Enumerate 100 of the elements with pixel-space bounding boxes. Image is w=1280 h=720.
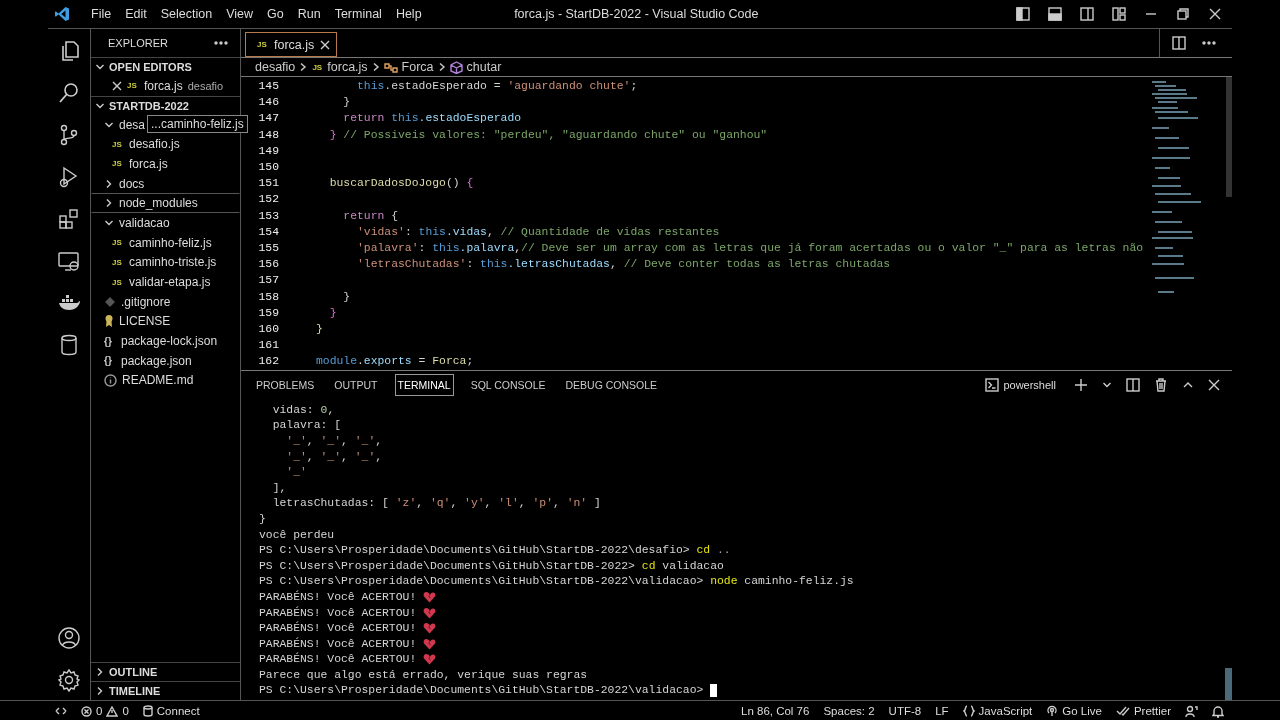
explorer-entry[interactable]: {} package-lock.json bbox=[91, 331, 240, 351]
explorer-entry[interactable]: .gitignore bbox=[91, 291, 240, 312]
cylinder-icon bbox=[142, 705, 153, 717]
breadcrumb-item[interactable]: Forca bbox=[383, 60, 434, 74]
go-live-button[interactable]: Go Live bbox=[1046, 705, 1102, 717]
line-number: 151 bbox=[257, 177, 279, 190]
ellipsis-icon bbox=[1202, 40, 1216, 46]
breadcrumb-item[interactable]: chutar bbox=[449, 60, 502, 74]
explorer-entry[interactable]: {} package.json bbox=[91, 350, 240, 371]
explorer-title: EXPLORER bbox=[108, 37, 168, 49]
terminal-line: letrasChutadas: [ 'z', 'q', 'y', 'l', 'p', 'n' ] bbox=[271, 497, 601, 510]
status-item[interactable]: Spaces: 2 bbox=[823, 705, 875, 717]
trash-icon bbox=[1154, 378, 1168, 392]
explorer-entry[interactable]: JS caminho-feliz.js bbox=[91, 232, 240, 253]
notifications-button[interactable] bbox=[1212, 704, 1224, 718]
more-actions-button[interactable] bbox=[1200, 38, 1218, 48]
restore-button[interactable] bbox=[1174, 5, 1192, 23]
explorer-entry[interactable]: JS validar-etapa.js bbox=[91, 272, 240, 292]
section-header[interactable]: STARTDB-2022 bbox=[91, 95, 240, 115]
more-actions-button[interactable] bbox=[212, 38, 230, 48]
folder-item[interactable]: docs bbox=[91, 173, 240, 194]
close-panel-button[interactable] bbox=[1206, 377, 1222, 393]
menu-item[interactable]: File bbox=[84, 4, 119, 24]
close-icon bbox=[1208, 379, 1220, 391]
explorer-entry[interactable]: JS desafio.js bbox=[91, 134, 240, 155]
menu-item[interactable]: Help bbox=[388, 4, 429, 24]
ribbon-icon bbox=[104, 314, 114, 329]
panel-tab[interactable]: TERMINAL bbox=[394, 374, 454, 396]
status-item[interactable]: UTF-8 bbox=[888, 705, 922, 717]
customize-layout-button[interactable] bbox=[1110, 5, 1128, 23]
editor-tab[interactable]: JS forca.js bbox=[245, 32, 338, 57]
explorer-entry[interactable]: LICENSE bbox=[91, 311, 240, 332]
status-item[interactable]: LF bbox=[935, 705, 949, 717]
braces-icon bbox=[962, 705, 975, 717]
panel-tab[interactable]: DEBUG CONSOLE bbox=[562, 374, 661, 396]
remote-button[interactable] bbox=[55, 705, 67, 717]
toggle-sidebar-button[interactable] bbox=[1014, 5, 1032, 23]
toggle-secondary-sidebar-button[interactable] bbox=[1078, 5, 1096, 23]
breadcrumb-item[interactable]: JS forca.js bbox=[311, 60, 368, 74]
code-line: return this.estadoEsperado bbox=[342, 112, 522, 125]
folder-item[interactable]: node_modules bbox=[91, 193, 240, 214]
line-number: 162 bbox=[257, 355, 279, 368]
explorer-entry[interactable]: JS forca.js bbox=[91, 154, 240, 174]
js-icon: JS bbox=[112, 238, 124, 248]
folder-item[interactable]: validacao bbox=[91, 213, 240, 233]
split-editor-button[interactable] bbox=[1170, 34, 1188, 52]
broadcast-icon bbox=[1046, 705, 1059, 717]
blocks-icon bbox=[57, 207, 81, 231]
terminal-selector[interactable]: powershell bbox=[979, 377, 1062, 393]
line-number: 145 bbox=[257, 80, 279, 93]
broken-heart-icon bbox=[423, 590, 437, 603]
terminal-line: '_' bbox=[285, 466, 307, 479]
folder-description: desafio bbox=[187, 79, 224, 92]
scrollbar-thumb[interactable] bbox=[1225, 668, 1232, 700]
breadcrumb-item[interactable]: desafio bbox=[255, 60, 296, 74]
bell-icon bbox=[1212, 704, 1224, 718]
new-terminal-button[interactable] bbox=[1072, 376, 1090, 394]
code-line: 'vidas': this.vidas, // Quantidade de vidas restantes bbox=[356, 225, 720, 238]
line-number: 155 bbox=[257, 241, 279, 254]
panel-tab[interactable]: SQL CONSOLE bbox=[467, 374, 549, 396]
section-header[interactable]: TIMELINE bbox=[91, 681, 240, 700]
open-editor-item[interactable]: JS forca.js desafio bbox=[91, 76, 240, 96]
menu-item[interactable]: Go bbox=[260, 4, 291, 24]
menu-item[interactable]: Selection bbox=[153, 4, 220, 24]
terminal-line: vidas: 0, bbox=[271, 403, 335, 416]
code-line: 'letrasChutadas': this.letrasChutadas, // Deve conter todas as letras chutadas bbox=[356, 258, 891, 271]
code-line: this.estadoEsperado = 'aguardando chute'; bbox=[356, 80, 638, 93]
panel-tab[interactable]: OUTPUT bbox=[331, 374, 381, 396]
explorer-entry[interactable]: README.md bbox=[91, 370, 240, 391]
problems-button[interactable]: 0 0 bbox=[81, 705, 129, 717]
close-icon bbox=[1208, 7, 1222, 21]
section-header[interactable]: OPEN EDITORS bbox=[91, 57, 240, 76]
menu-item[interactable]: Run bbox=[290, 4, 328, 24]
feedback-button[interactable] bbox=[1185, 704, 1198, 718]
panel-layout-icon bbox=[1048, 7, 1062, 21]
language-button[interactable]: JavaScript bbox=[962, 705, 1033, 717]
section-header[interactable]: OUTLINE bbox=[91, 662, 240, 681]
terminal-line: ], bbox=[271, 481, 287, 494]
panel-tab[interactable]: PROBLEMS bbox=[253, 374, 318, 396]
toggle-panel-button[interactable] bbox=[1046, 5, 1064, 23]
connect-button[interactable]: Connect bbox=[142, 705, 200, 717]
code-line: buscarDadosDoJogo() { bbox=[328, 177, 474, 190]
line-number: 154 bbox=[257, 225, 279, 238]
class-icon bbox=[383, 61, 398, 73]
line-number: 161 bbox=[257, 339, 279, 352]
status-item[interactable]: Ln 86, Col 76 bbox=[741, 705, 810, 717]
error-icon bbox=[81, 705, 92, 717]
prettier-button[interactable]: Prettier bbox=[1115, 705, 1171, 717]
menu-item[interactable]: Edit bbox=[118, 4, 154, 24]
js-icon: JS bbox=[112, 159, 124, 169]
split-terminal-button[interactable] bbox=[1124, 376, 1142, 394]
code-line: } bbox=[316, 322, 323, 335]
code-line: 'palavra': this.palavra,// Deve ser um array com as letras que já foram acertadas ou o valor "_" para as letras não bbox=[356, 241, 1144, 254]
menu-item[interactable]: View bbox=[219, 4, 260, 24]
braces-icon: {} bbox=[104, 355, 116, 367]
menu-item[interactable]: Terminal bbox=[327, 4, 389, 24]
plus-icon bbox=[1074, 378, 1088, 392]
explorer-entry[interactable]: JS caminho-triste.js bbox=[91, 252, 240, 273]
chevron-right-icon bbox=[299, 62, 308, 72]
code-line: } bbox=[342, 290, 351, 303]
